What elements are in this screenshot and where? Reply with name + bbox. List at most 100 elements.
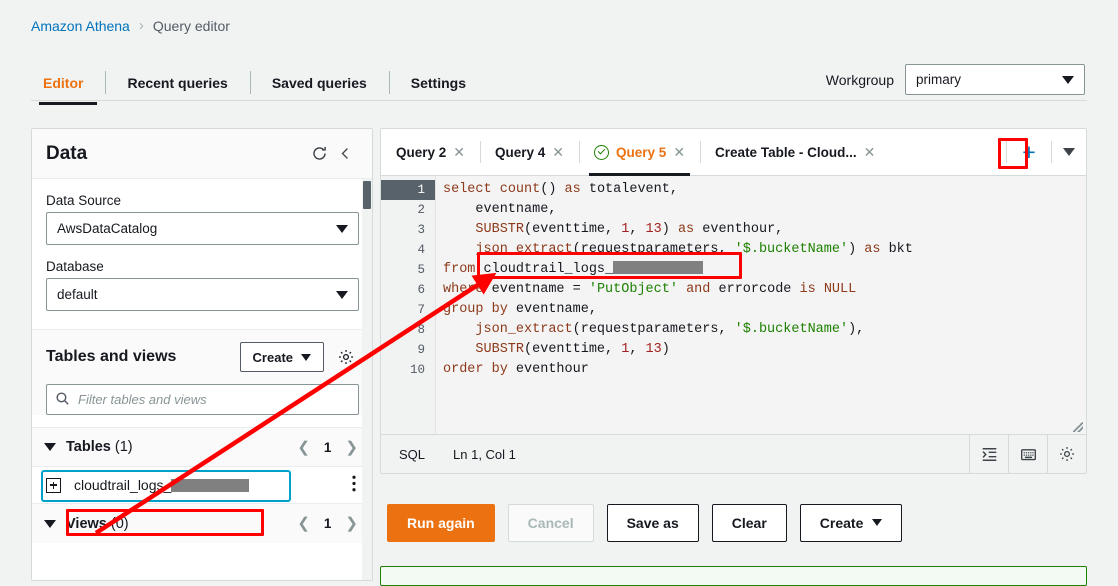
chevron-down-icon[interactable] [44,443,56,451]
redacted-suffix [171,479,249,492]
close-icon[interactable]: ✕ [552,144,564,161]
tables-pager: ❮ 1 ❯ [297,440,358,455]
views-group-label: Views [66,516,107,532]
views-group-row[interactable]: Views (0) ❮ 1 ❯ [32,504,372,543]
data-panel-title: Data [46,143,306,165]
data-panel: Data Data Source AwsDataCatalog Database… [31,128,373,581]
tables-group-row[interactable]: Tables (1) ❮ 1 ❯ [32,427,372,466]
chevron-down-icon [336,225,348,233]
views-next-page-icon[interactable]: ❯ [345,516,358,531]
code-line: from cloudtrail_logs_ [443,260,1086,280]
close-icon[interactable]: ✕ [673,144,685,161]
format-indent-icon[interactable] [969,435,1008,473]
data-panel-scrollbar-thumb[interactable] [363,181,371,209]
tables-next-page-icon[interactable]: ❯ [345,440,358,455]
clear-button[interactable]: Clear [712,504,787,542]
line-number: 9 [381,340,435,360]
workgroup-area: Workgroup primary [826,64,1085,95]
query-tab-query-2[interactable]: Query 2 ✕ [381,129,480,175]
database-select[interactable]: default [46,278,359,311]
chevron-down-icon [301,354,311,361]
chevron-down-icon [872,519,882,526]
tab-saved-queries[interactable]: Saved queries [250,64,389,101]
tables-and-views-section: Tables and views Create [32,329,372,415]
line-number: 8 [381,320,435,340]
data-source-select-value: AwsDataCatalog [57,221,157,236]
breadcrumb: Amazon Athena › Query editor [31,17,230,34]
tables-prev-page-icon[interactable]: ❮ [297,440,310,455]
views-pager: ❮ 1 ❯ [297,516,358,531]
query-tabs-controls: + [1006,129,1086,175]
line-number-gutter: 1 2 3 4 5 6 7 8 9 10 [381,176,436,434]
close-icon[interactable]: ✕ [864,144,876,161]
workgroup-label: Workgroup [826,72,894,88]
chevron-left-icon[interactable] [332,141,358,167]
nav-tabs-divider [31,100,1087,101]
gear-icon[interactable] [334,345,358,369]
editor-language-label: SQL [399,447,425,462]
tables-group-label: Tables [66,439,111,455]
code-line: json_extract(requestparameters, '$.bucke… [443,240,1086,260]
results-panel-top-edge [380,566,1087,586]
create-table-button[interactable]: Create [240,342,324,372]
table-item-more-options-icon[interactable] [352,475,356,495]
chevron-down-icon [336,291,348,299]
code-line: where eventname = 'PutObject' and errorc… [443,280,1086,300]
editor-status-icons [969,435,1086,473]
database-label: Database [46,259,358,274]
table-item-name: cloudtrail_logs_ [74,477,171,493]
cancel-button: Cancel [508,504,594,542]
data-panel-scrollbar-track[interactable] [362,179,372,580]
code-line: select count() as totalevent, [443,180,1086,200]
editor-cursor-position: Ln 1, Col 1 [453,447,516,462]
editor-status-bar: SQL Ln 1, Col 1 [381,434,1086,473]
tab-saved-queries-label: Saved queries [272,75,367,91]
tab-settings[interactable]: Settings [389,64,488,101]
expand-table-icon[interactable] [46,478,61,493]
line-number: 4 [381,240,435,260]
sql-code-lines[interactable]: select count() as totalevent, eventname,… [436,176,1086,434]
run-again-button[interactable]: Run again [387,504,495,542]
create-button[interactable]: Create [800,504,903,542]
data-panel-header: Data [32,129,372,179]
resize-grip-icon[interactable] [1073,422,1083,432]
filter-tables-wrapper [46,384,358,415]
code-line: SUBSTR(eventtime, 1, 13) as eventhour, [443,220,1086,240]
views-page-number: 1 [324,516,332,531]
code-line: order by eventhour [443,360,1086,380]
data-panel-body: Data Source AwsDataCatalog Database defa… [32,179,372,580]
filter-tables-input[interactable] [46,384,359,415]
table-list-item[interactable]: cloudtrail_logs_ [32,466,372,504]
breadcrumb-link-amazon-athena[interactable]: Amazon Athena [31,18,130,34]
line-number: 3 [381,220,435,240]
plus-icon[interactable]: + [1015,138,1043,166]
table-item-name-wrapper: cloudtrail_logs_ [74,477,249,493]
views-prev-page-icon[interactable]: ❮ [297,516,310,531]
query-tab-query-4[interactable]: Query 4 ✕ [480,129,579,175]
breadcrumb-current-query-editor: Query editor [153,18,230,34]
refresh-icon[interactable] [306,141,332,167]
redacted-suffix [613,261,703,274]
query-tab-create-table-label: Create Table - Cloud... [715,145,857,160]
tab-recent-queries[interactable]: Recent queries [105,64,249,101]
data-source-select[interactable]: AwsDataCatalog [46,212,359,245]
gear-icon[interactable] [1047,435,1086,473]
keyboard-icon[interactable] [1008,435,1047,473]
code-line: json_extract(requestparameters, '$.bucke… [443,320,1086,340]
tab-editor[interactable]: Editor [31,64,105,101]
query-tab-query-4-label: Query 4 [495,145,545,160]
save-as-button[interactable]: Save as [607,504,699,542]
tab-recent-queries-label: Recent queries [127,75,227,91]
sql-code-area[interactable]: 1 2 3 4 5 6 7 8 9 10 select count() as t… [381,176,1086,434]
workgroup-select[interactable]: primary [905,64,1085,95]
query-tab-create-table[interactable]: Create Table - Cloud... ✕ [700,129,890,175]
query-tabs-menu-button[interactable] [1052,148,1086,156]
query-tab-query-5[interactable]: Query 5 ✕ [579,129,700,175]
tables-and-views-header: Tables and views Create [46,342,358,372]
divider [1006,141,1007,163]
chevron-down-icon [1062,76,1074,84]
chevron-down-icon[interactable] [44,520,56,528]
close-icon[interactable]: ✕ [453,144,465,161]
code-line: eventname, [443,200,1086,220]
data-source-label: Data Source [46,193,358,208]
